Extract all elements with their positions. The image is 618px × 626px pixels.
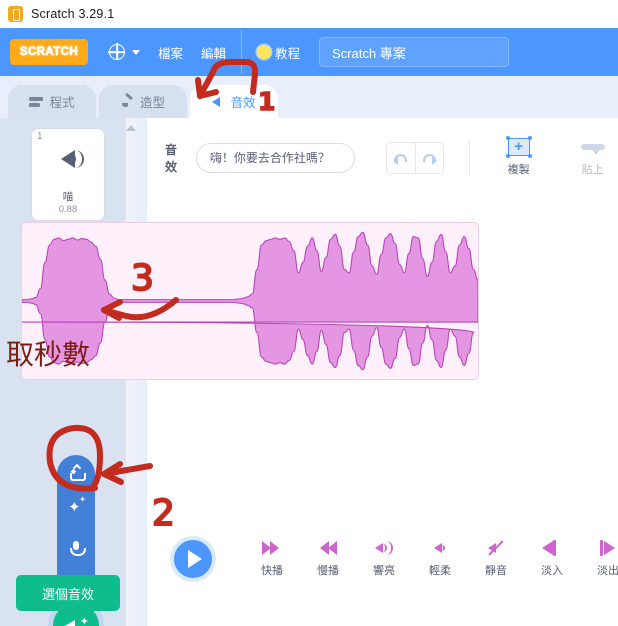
annotation-number-3: 3 — [131, 258, 154, 299]
handwritten-annotations: 1 3 2 取秒數 — [6, 59, 276, 535]
annotation-number-1: 1 — [258, 87, 275, 116]
annotation-number-2: 2 — [152, 493, 175, 534]
annotation-text-seconds: 取秒數 — [6, 338, 90, 371]
